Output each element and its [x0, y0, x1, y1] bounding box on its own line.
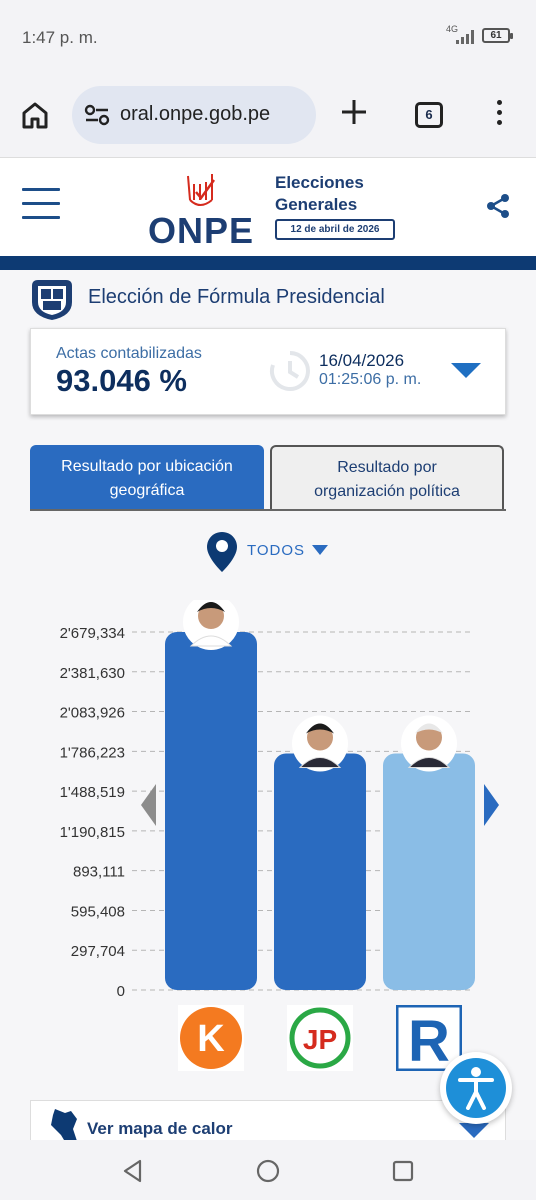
location-pin-icon: [207, 532, 237, 572]
bar: [274, 753, 366, 990]
share-icon[interactable]: [484, 192, 512, 220]
bar: [383, 753, 475, 990]
svg-text:R: R: [408, 1009, 450, 1071]
location-filter[interactable]: TODOS: [247, 542, 305, 559]
bar: [165, 632, 257, 990]
chevron-right-icon[interactable]: [484, 784, 499, 826]
url-text: oral.onpe.gob.pe: [120, 103, 271, 125]
y-tick-label: 0: [117, 983, 125, 1000]
accessibility-button[interactable]: [440, 1052, 512, 1124]
svg-text:K: K: [197, 1018, 225, 1060]
site-settings-icon[interactable]: [84, 104, 110, 126]
home-button-icon[interactable]: [255, 1158, 281, 1184]
actas-percent: 93.046 %: [56, 363, 187, 398]
signal-icon: [456, 30, 476, 44]
tab-switcher-button[interactable]: 6: [415, 102, 443, 128]
y-tick-label: 1'190,815: [60, 824, 125, 841]
logo-text: ONPE: [148, 210, 255, 251]
chevron-down-icon: [459, 1123, 489, 1138]
y-tick-label: 2'083,926: [60, 705, 125, 722]
update-date: 16/04/2026: [319, 351, 405, 370]
y-tick-label: 595,408: [71, 903, 125, 920]
y-tick-label: 893,111: [73, 864, 125, 881]
recents-icon[interactable]: [390, 1158, 416, 1184]
y-tick-label: 1'488,519: [60, 784, 125, 801]
back-icon[interactable]: [120, 1158, 146, 1184]
update-time: 01:25:06 p. m.: [319, 371, 422, 388]
election-date-badge: 12 de abril de 2026: [275, 219, 395, 240]
hamburger-menu-icon[interactable]: [22, 188, 60, 222]
actas-label: Actas contabilizadas: [56, 345, 202, 362]
ballot-hand-icon: [187, 174, 216, 206]
chevron-down-icon[interactable]: [312, 545, 328, 555]
home-icon[interactable]: [20, 100, 50, 130]
accessibility-icon: [458, 1067, 494, 1110]
browser-toolbar: oral.onpe.gob.pe 6: [0, 76, 536, 158]
tab-political-organization[interactable]: Resultado por organización política: [270, 445, 504, 509]
section-title: Elección de Fórmula Presidencial: [88, 286, 385, 308]
results-bar-chart: 0 297,704 595,408 893,111 1'190,815 1'488,519…: [60, 600, 499, 1000]
address-bar[interactable]: oral.onpe.gob.pe: [72, 86, 316, 144]
onpe-logo[interactable]: ONPE: [146, 170, 264, 251]
new-tab-icon[interactable]: [340, 98, 368, 126]
actas-card: Actas contabilizadas 93.046 % 16/04/2026…: [30, 328, 506, 415]
system-nav-bar: [0, 1140, 536, 1200]
header-band: [0, 256, 536, 270]
tab-geographic[interactable]: Resultado por ubicación geográfica: [30, 445, 264, 509]
svg-text:JP: JP: [303, 1024, 337, 1055]
party-logo-k[interactable]: K: [178, 1005, 244, 1071]
y-tick-label: 1'786,223: [60, 744, 125, 761]
y-tick-label: 297,704: [71, 943, 125, 960]
party-logo-jp[interactable]: JP: [287, 1005, 353, 1071]
status-bar: 1:47 p. m. 4G 61: [0, 0, 536, 76]
site-header: ONPE Elecciones Generales 12 de abril de…: [0, 158, 536, 256]
y-tick-label: 2'679,334: [60, 625, 125, 642]
y-tick-label: 2'381,630: [60, 665, 125, 682]
chevron-left-icon[interactable]: [141, 784, 156, 826]
more-options-icon[interactable]: [492, 100, 506, 130]
election-title: Elecciones Generales: [275, 173, 364, 214]
chevron-down-icon[interactable]: [451, 363, 481, 378]
tab-divider: [30, 509, 506, 511]
heatmap-label: Ver mapa de calor: [87, 1119, 233, 1138]
status-time: 1:47 p. m.: [22, 28, 98, 47]
battery-icon: 61: [482, 28, 513, 43]
history-clock-icon: [269, 351, 310, 391]
national-shield-icon: [32, 280, 72, 320]
